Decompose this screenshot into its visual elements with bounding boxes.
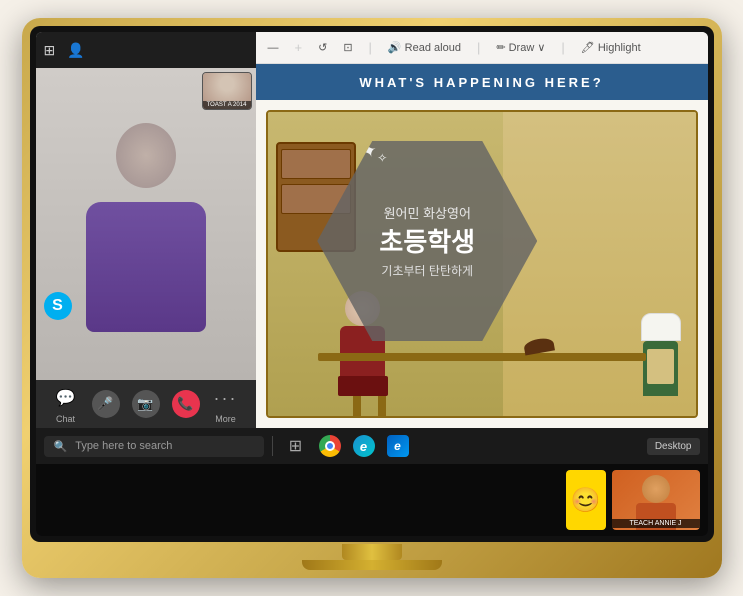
person-head [116,123,176,188]
rotate-button[interactable]: ↺ [318,41,327,54]
cobbler-hat [641,313,681,341]
toolbar-sep-3: | [477,40,480,55]
taskbar-separator [272,436,273,456]
toolbar-sep-1: + [295,40,303,55]
grid-icon[interactable]: ⊞ [44,42,56,59]
bottom-video-strip: 😊 TEACH ANNIE J [36,464,708,536]
browser-icon-2[interactable]: e [349,432,379,460]
stand-neck [342,544,402,560]
workbench [318,353,646,361]
mic-icon: 🎤 [92,390,120,418]
book-header: WHAT'S HAPPENING HERE? [256,64,708,100]
chair-leg-1 [353,396,361,416]
teacher-label: TEACH ANNIE J [612,519,700,528]
toolbar-sep-2: | [369,40,372,55]
overlay-description: 기초부터 탄탄하게 [381,262,473,279]
screen-content: ⊞ 👤 S [36,32,708,428]
edge-new-icon[interactable]: e [383,432,413,460]
person-body [86,202,206,332]
pdf-toolbar: — + ↺ ⊡ | 🔊 Read aloud | ✏ Draw ∨ | 🖊 Hi… [256,32,708,64]
cobbler-apron [647,349,674,384]
edge-new-logo: e [387,435,409,457]
stand-base [302,560,442,570]
end-call-button[interactable]: 📞 [172,390,200,418]
mic-button[interactable]: 🎤 [92,390,120,418]
draw-button[interactable]: ✏ Draw ∨ [496,41,545,54]
more-button[interactable]: ··· More [212,384,240,424]
chair-leg-2 [378,396,386,416]
video-main-area: S TOAST A 2014 [36,68,256,380]
tv-screen-border: ⊞ 👤 S [30,26,714,542]
search-icon: 🔍 [54,440,68,453]
overlay-main-title: 초등학생 [379,228,475,257]
camera-button[interactable]: 📷 [132,390,160,418]
overlay-subtitle: 원어민 화상영어 [384,203,471,222]
tv-screen: ⊞ 👤 S [36,32,708,536]
teacher-thumbnail: TEACH ANNIE J [612,470,700,530]
overlay-hexagon: ✦ ✧ 원어민 화상영어 초등학생 기초부터 탄탄하게 [317,141,537,341]
participant-thumbnail: TOAST A 2014 [202,72,252,110]
read-aloud-button[interactable]: 🔊 Read aloud [388,41,461,54]
tv-stand [302,544,442,570]
video-topbar: ⊞ 👤 [36,32,256,68]
minimize-button[interactable]: — [268,42,279,54]
person-icon[interactable]: 👤 [67,42,84,59]
thumb-label: TOAST A 2014 [203,101,251,109]
emoji-thumbnail: 😊 [566,470,606,530]
overlay-hexagon-container: ✦ ✧ 원어민 화상영어 초등학생 기초부터 탄탄하게 [307,131,547,351]
more-label: More [215,414,236,424]
search-placeholder-text: Type here to search [75,440,172,452]
highlight-button[interactable]: 🖊 Highlight [581,41,641,54]
windows-taskbar: 🔍 Type here to search ⊞ [36,428,708,464]
teacher-head [642,475,670,503]
chat-icon: 💬 [52,384,80,412]
video-controls-bar: 💬 Chat 🎤 📷 📞 ··· [36,380,256,428]
sparkle-icon-2: ✧ [377,151,387,165]
pdf-viewer-panel: — + ↺ ⊡ | 🔊 Read aloud | ✏ Draw ∨ | 🖊 Hi… [256,32,708,428]
taskbar-apps: ⊞ e e [281,432,413,460]
search-bar[interactable]: 🔍 Type here to search [44,436,264,457]
tv-frame: ⊞ 👤 S [22,18,722,578]
camera-icon: 📷 [132,390,160,418]
chrome-icon[interactable] [315,432,345,460]
edge-icon: e [353,435,375,457]
more-icon: ··· [212,384,240,412]
cobbler-body [643,341,678,396]
book-header-text: WHAT'S HAPPENING HERE? [359,75,603,90]
chat-button[interactable]: 💬 Chat [52,384,80,424]
chrome-inner-circle [325,441,335,451]
taskbar-right: Desktop [647,438,700,455]
toolbar-sep-4: | [561,40,564,55]
chat-label: Chat [56,414,75,424]
desktop-button[interactable]: Desktop [647,438,700,455]
teacher-figure [636,475,676,525]
video-call-panel: ⊞ 👤 S [36,32,256,428]
customer-legs [338,376,388,396]
fit-button[interactable]: ⊡ [343,41,352,54]
skype-logo: S [44,292,72,320]
taskview-button[interactable]: ⊞ [281,432,311,460]
end-call-icon: 📞 [172,390,200,418]
cobbler-figure [641,313,681,396]
